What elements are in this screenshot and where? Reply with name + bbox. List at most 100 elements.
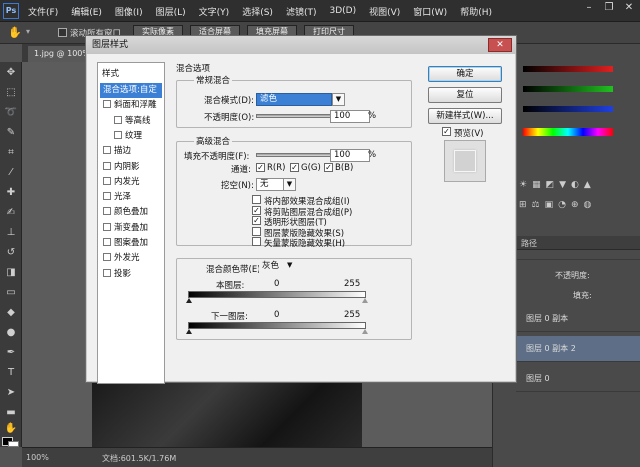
- style-item[interactable]: 内阴影: [100, 160, 162, 175]
- eyedropper-tool-icon[interactable]: ⁄: [4, 166, 18, 180]
- channel-checkbox[interactable]: ✓: [290, 163, 299, 172]
- color-spectrum-bar[interactable]: [523, 128, 613, 136]
- blur-tool-icon[interactable]: ◆: [4, 306, 18, 320]
- blend-mode-select[interactable]: 滤色: [256, 93, 332, 106]
- path-select-icon[interactable]: ➤: [4, 386, 18, 400]
- advanced-option-checkbox[interactable]: [252, 195, 261, 204]
- underlying-layer-gradient[interactable]: [188, 322, 366, 329]
- quick-select-tool-icon[interactable]: ✎: [4, 126, 18, 140]
- menu-item[interactable]: 文字(Y): [199, 5, 230, 18]
- opacity-slider-track[interactable]: [256, 114, 336, 118]
- blend-if-chevron-down-icon[interactable]: ▼: [287, 261, 297, 269]
- style-item[interactable]: 内发光: [100, 175, 162, 190]
- channel-checkbox[interactable]: ✓: [324, 163, 333, 172]
- style-item[interactable]: 混合选项:自定: [100, 83, 162, 98]
- preview-checkbox[interactable]: ✓: [442, 127, 451, 136]
- menu-item[interactable]: 滤镜(T): [286, 5, 317, 18]
- marquee-tool-icon[interactable]: ⬚: [4, 86, 18, 100]
- style-item[interactable]: 描边: [100, 144, 162, 159]
- new-style-button[interactable]: 新建样式(W)...: [428, 108, 502, 124]
- eraser-tool-icon[interactable]: ◨: [4, 266, 18, 280]
- shape-tool-icon[interactable]: ▬: [4, 406, 18, 420]
- style-item[interactable]: 投影: [100, 267, 162, 282]
- gradient-tool-icon[interactable]: ▭: [4, 286, 18, 300]
- healing-brush-icon[interactable]: ✚: [4, 186, 18, 200]
- brush-tool-icon[interactable]: ✍: [4, 206, 18, 220]
- history-brush-icon[interactable]: ↺: [4, 246, 18, 260]
- adjustment-icons[interactable]: ☀▦◩▼◐▲: [519, 180, 619, 194]
- menu-item[interactable]: 图像(I): [115, 5, 143, 18]
- style-checkbox[interactable]: [103, 268, 111, 277]
- layer-row[interactable]: 图层 0: [516, 366, 640, 392]
- blend-if-select[interactable]: 灰色: [259, 261, 287, 274]
- red-channel-slider[interactable]: [523, 66, 613, 72]
- green-channel-slider[interactable]: [523, 86, 613, 92]
- style-item[interactable]: 纹理: [100, 129, 162, 144]
- layer-row[interactable]: 图层 0 副本: [516, 306, 640, 332]
- adjustment-icons-row2[interactable]: ⊞⚖▣◔⊕◍: [519, 200, 619, 214]
- style-item[interactable]: 斜面和浮雕: [100, 98, 162, 113]
- dialog-close-button[interactable]: ✕: [488, 38, 512, 52]
- styles-header[interactable]: 样式: [102, 67, 119, 79]
- menu-item[interactable]: 图层(L): [156, 5, 186, 18]
- knockout-select[interactable]: 无: [256, 178, 284, 191]
- style-checkbox[interactable]: [103, 176, 111, 185]
- style-item[interactable]: 外发光: [100, 251, 162, 266]
- knockout-chevron-down-icon[interactable]: ▼: [284, 178, 296, 191]
- style-checkbox[interactable]: [103, 192, 111, 201]
- advanced-option-checkbox[interactable]: [252, 237, 261, 246]
- style-item[interactable]: 图案叠加: [100, 236, 162, 251]
- style-checkbox[interactable]: [114, 115, 122, 124]
- pen-tool-icon[interactable]: ✒: [4, 346, 18, 360]
- blue-channel-slider[interactable]: [523, 106, 613, 112]
- scroll-all-windows-checkbox[interactable]: [58, 28, 67, 37]
- minimize-icon[interactable]: –: [582, 2, 596, 14]
- channel-checkbox[interactable]: ✓: [256, 163, 265, 172]
- ok-button[interactable]: 确定: [428, 66, 502, 82]
- underlying-layer-black-stop[interactable]: [186, 329, 192, 334]
- chevron-down-icon[interactable]: ▼: [332, 93, 345, 106]
- menu-item[interactable]: 窗口(W): [413, 5, 447, 18]
- fill-opacity-field[interactable]: 100: [330, 149, 370, 162]
- style-checkbox[interactable]: [103, 100, 111, 109]
- menu-item[interactable]: 选择(S): [242, 5, 273, 18]
- menu-item[interactable]: 视图(V): [369, 5, 400, 18]
- opacity-field[interactable]: 100: [330, 110, 370, 123]
- style-item[interactable]: 颜色叠加: [100, 205, 162, 220]
- style-checkbox[interactable]: [103, 146, 111, 155]
- tab-paths[interactable]: 路径: [521, 238, 537, 249]
- advanced-option-checkbox[interactable]: ✓: [252, 205, 261, 215]
- lasso-tool-icon[interactable]: ➰: [4, 106, 18, 120]
- advanced-option-checkbox[interactable]: [252, 226, 261, 236]
- move-tool-icon[interactable]: ✥: [4, 66, 18, 80]
- advanced-option-checkbox[interactable]: ✓: [252, 216, 261, 225]
- style-item[interactable]: 渐变叠加: [100, 221, 162, 236]
- this-layer-black-stop[interactable]: [186, 298, 192, 303]
- style-checkbox[interactable]: [103, 238, 111, 246]
- reset-button[interactable]: 复位: [428, 87, 502, 103]
- type-tool-icon[interactable]: T: [4, 366, 18, 380]
- menu-item[interactable]: 文件(F): [28, 5, 58, 18]
- underlying-layer-white-stop[interactable]: [362, 329, 368, 334]
- menu-item[interactable]: 编辑(E): [71, 5, 102, 18]
- style-checkbox[interactable]: [114, 130, 122, 139]
- style-item[interactable]: 光泽: [100, 190, 162, 205]
- this-layer-gradient[interactable]: [188, 291, 366, 298]
- restore-icon[interactable]: ❐: [602, 2, 616, 14]
- style-checkbox[interactable]: [103, 222, 111, 231]
- clone-stamp-icon[interactable]: ⊥: [4, 226, 18, 240]
- style-item[interactable]: 等高线: [100, 114, 162, 129]
- style-checkbox[interactable]: [103, 161, 111, 170]
- layer-row[interactable]: 图层 0 副本 2: [516, 336, 640, 362]
- hand-tool-icon[interactable]: ✋: [4, 422, 18, 436]
- tool-preset-arrow-icon[interactable]: ▾: [26, 27, 30, 36]
- fill-opacity-slider-track[interactable]: [256, 153, 336, 157]
- this-layer-white-stop[interactable]: [362, 298, 368, 303]
- menu-item[interactable]: 3D(D): [329, 6, 356, 16]
- dodge-tool-icon[interactable]: ●: [4, 326, 18, 340]
- crop-tool-icon[interactable]: ⌗: [4, 146, 18, 160]
- style-checkbox[interactable]: [103, 253, 111, 262]
- style-checkbox[interactable]: [103, 207, 111, 216]
- background-color-swatch[interactable]: [8, 441, 19, 447]
- close-icon[interactable]: ✕: [622, 2, 636, 14]
